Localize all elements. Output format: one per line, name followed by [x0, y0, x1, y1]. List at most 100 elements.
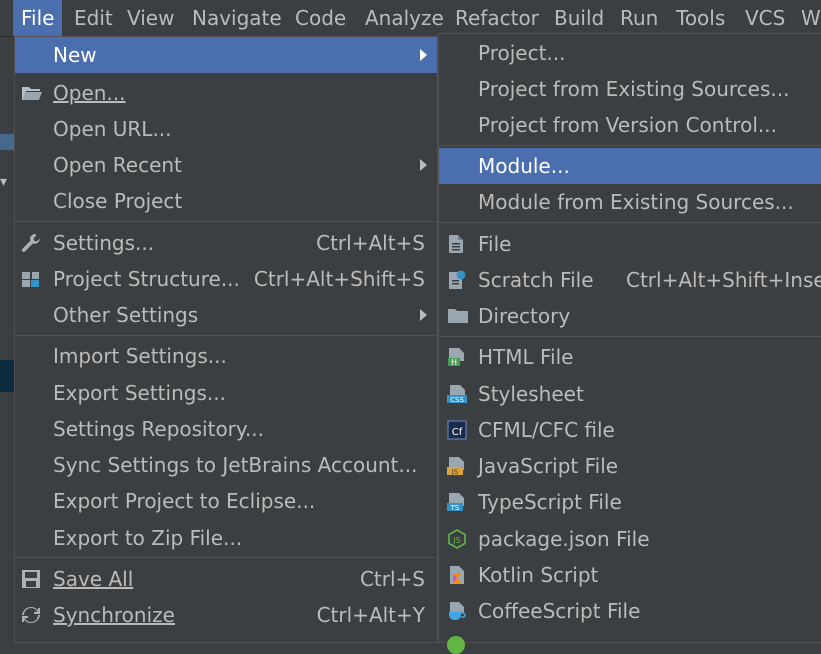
menubar-view[interactable]: View: [127, 0, 174, 36]
selected-row: [0, 360, 14, 392]
menu-item-project-structure[interactable]: Project Structure... Ctrl+Alt+Shift+S: [15, 261, 437, 297]
coffeescript-icon: [447, 601, 467, 621]
menu-item-module-existing[interactable]: Module from Existing Sources...: [439, 184, 821, 220]
menu-item-settings-repository[interactable]: Settings Repository...: [15, 411, 437, 447]
menu-item-label: Open...: [53, 81, 126, 105]
menu-item-import-settings[interactable]: Import Settings...: [15, 338, 437, 374]
menu-item-open-url[interactable]: Open URL...: [15, 111, 437, 147]
menubar-window[interactable]: W: [801, 0, 821, 36]
menu-item-project-existing[interactable]: Project from Existing Sources...: [439, 71, 821, 107]
nodejs-icon: JS: [447, 529, 467, 549]
menu-item-label: Close Project: [53, 189, 183, 213]
menu-separator: [15, 335, 437, 336]
menu-item-stylesheet[interactable]: CSS Stylesheet: [439, 376, 821, 412]
menu-item-scratch-file[interactable]: Scratch File Ctrl+Alt+Shift+Inser: [439, 262, 821, 298]
menu-separator: [439, 336, 821, 337]
menu-item-cfml-file[interactable]: Cf CFML/CFC file: [439, 412, 821, 448]
submenu-arrow-icon: [420, 309, 427, 321]
folder-open-icon: [21, 83, 42, 103]
cfml-file-icon: Cf: [447, 420, 467, 440]
svg-text:Cf: Cf: [452, 427, 463, 438]
menu-item-project-vcs[interactable]: Project from Version Control...: [439, 107, 821, 143]
menu-item-file[interactable]: File: [439, 226, 821, 262]
menu-item-label: Settings Repository...: [53, 417, 264, 441]
menubar-run[interactable]: Run: [620, 0, 658, 36]
menu-item-label: Save All: [53, 567, 134, 591]
menu-item-label: Scratch File: [478, 268, 594, 292]
menubar-analyze[interactable]: Analyze: [365, 0, 444, 36]
menu-item-label: Other Settings: [53, 303, 199, 327]
menu-item-label: TypeScript File: [478, 490, 622, 514]
menubar-refactor[interactable]: Refactor: [455, 0, 539, 36]
menubar-edit[interactable]: Edit: [74, 0, 113, 36]
svg-text:JS: JS: [451, 468, 459, 476]
menu-item-new[interactable]: New: [15, 37, 437, 73]
menu-item-javascript-file[interactable]: JS JavaScript File: [439, 448, 821, 484]
project-structure-icon: [21, 269, 41, 289]
css-file-icon: CSS: [447, 384, 467, 404]
menu-item-export-eclipse[interactable]: Export Project to Eclipse...: [15, 483, 437, 519]
menu-item-coffeescript-file[interactable]: CoffeeScript File: [439, 593, 821, 629]
menu-item-partial: [15, 635, 437, 647]
menu-item-label: Project from Existing Sources...: [478, 77, 790, 101]
menu-item-label: File: [478, 232, 512, 256]
menu-item-save-all[interactable]: Save All Ctrl+S: [15, 561, 437, 597]
menu-item-label: Export Settings...: [53, 381, 226, 405]
menu-item-label: Module from Existing Sources...: [478, 190, 794, 214]
submenu-arrow-icon: [420, 49, 427, 61]
new-submenu: Project... Project from Existing Sources…: [438, 33, 821, 654]
menu-item-sync-settings[interactable]: Sync Settings to JetBrains Account...: [15, 447, 437, 483]
kotlin-icon: [447, 565, 467, 585]
gradle-icon: [447, 636, 465, 654]
menu-item-label: package.json File: [478, 527, 650, 551]
menu-item-synchronize[interactable]: Synchronize Ctrl+Alt+Y: [15, 597, 437, 633]
folder-icon: [447, 306, 468, 326]
menu-item-close-project[interactable]: Close Project: [15, 183, 437, 219]
menu-item-label: Directory: [478, 304, 571, 328]
menu-item-label: Project from Version Control...: [478, 113, 777, 137]
menu-item-new-project[interactable]: Project...: [439, 35, 821, 71]
menu-item-partial: [439, 632, 821, 654]
menu-item-label: Export to Zip File...: [53, 526, 243, 550]
menubar-tools[interactable]: Tools: [676, 0, 725, 36]
menu-item-open[interactable]: Open...: [15, 75, 437, 111]
menubar-navigate[interactable]: Navigate: [192, 0, 282, 36]
menubar-file[interactable]: File: [13, 0, 63, 36]
menu-separator: [15, 557, 437, 558]
menu-item-label: Kotlin Script: [478, 563, 599, 587]
menubar-build[interactable]: Build: [554, 0, 604, 36]
menu-item-label: Project Structure...: [53, 267, 240, 291]
submenu-arrow-icon: [420, 159, 427, 171]
menu-item-kotlin-script[interactable]: Kotlin Script: [439, 557, 821, 593]
menu-item-typescript-file[interactable]: TS TypeScript File: [439, 484, 821, 520]
expand-arrow-icon: ▾: [0, 174, 8, 190]
menubar-code[interactable]: Code: [295, 0, 346, 36]
menu-item-package-json[interactable]: JS package.json File: [439, 521, 821, 557]
save-icon: [21, 569, 41, 589]
menu-item-label: Open Recent: [53, 153, 182, 177]
menu-item-directory[interactable]: Directory: [439, 298, 821, 334]
menu-item-label: Settings...: [53, 231, 155, 255]
menu-separator: [439, 145, 821, 146]
menu-item-label: Synchronize: [53, 603, 175, 627]
svg-text:H: H: [451, 358, 457, 367]
menu-item-shortcut: Ctrl+Alt+Shift+Inser: [626, 268, 821, 292]
menu-item-html-file[interactable]: H HTML File: [439, 339, 821, 375]
menu-item-export-settings[interactable]: Export Settings...: [15, 375, 437, 411]
menu-item-other-settings[interactable]: Other Settings: [15, 297, 437, 333]
svg-text:JS: JS: [452, 536, 460, 545]
menu-separator: [439, 222, 821, 223]
menubar-vcs[interactable]: VCS: [745, 0, 785, 36]
menu-item-open-recent[interactable]: Open Recent: [15, 147, 437, 183]
scratch-file-icon: [447, 270, 467, 290]
menu-item-label: Export Project to Eclipse...: [53, 489, 316, 513]
html-file-icon: H: [447, 347, 467, 367]
menu-item-module[interactable]: Module...: [439, 148, 821, 184]
menu-bar: File Edit View Navigate Code Analyze Ref…: [0, 0, 821, 37]
menu-item-label: HTML File: [478, 345, 574, 369]
menu-separator: [15, 221, 437, 222]
menu-item-export-zip[interactable]: Export to Zip File...: [15, 520, 437, 556]
menu-item-shortcut: Ctrl+S: [359, 567, 425, 591]
menu-item-settings[interactable]: Settings... Ctrl+Alt+S: [15, 225, 437, 261]
menu-item-label: Stylesheet: [478, 382, 584, 406]
